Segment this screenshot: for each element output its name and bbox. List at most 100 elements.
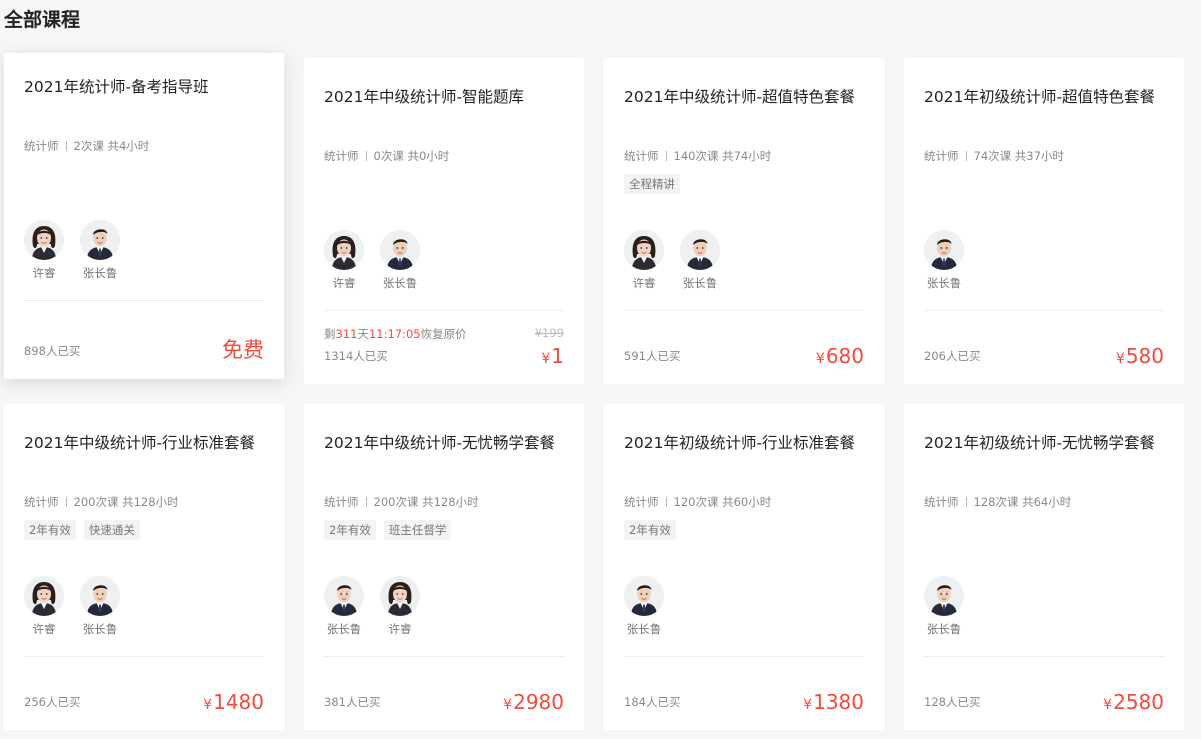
teacher[interactable]: 许睿 <box>624 230 664 291</box>
buyer-count: 1314人已买 <box>324 349 388 363</box>
male-teacher-avatar[interactable] <box>924 576 964 616</box>
course-tags: 2年有效 <box>624 520 676 540</box>
course-title[interactable]: 2021年中级统计师-超值特色套餐 <box>624 85 864 107</box>
course-tag: 2年有效 <box>24 520 76 540</box>
meta-divider <box>665 497 667 507</box>
course-lessons: 200次课 共128小时 <box>373 495 479 509</box>
course-tag: 班主任督学 <box>383 520 452 540</box>
meta-divider <box>665 151 667 161</box>
course-title[interactable]: 2021年统计师-备考指导班 <box>24 75 264 97</box>
course-card[interactable]: 2021年中级统计师-无忧畅学套餐 统计师 200次课 共128小时 2年有效 班主… <box>304 404 584 730</box>
male-teacher-avatar[interactable] <box>624 576 664 616</box>
teacher-name: 张长鲁 <box>926 276 962 290</box>
course-category: 统计师 <box>624 495 659 509</box>
card-divider <box>624 310 864 311</box>
course-title[interactable]: 2021年中级统计师-无忧畅学套餐 <box>324 431 564 453</box>
teacher-name: 张长鲁 <box>626 622 662 636</box>
female-teacher-avatar[interactable] <box>24 576 64 616</box>
female-teacher-avatar[interactable] <box>624 230 664 270</box>
course-card[interactable]: 2021年统计师-备考指导班 统计师 2次课 共4小时 许睿 张长鲁 898人已买… <box>4 53 284 379</box>
course-meta: 统计师 2次课 共4小时 <box>24 138 149 154</box>
buyer-count: 206人已买 <box>924 349 981 363</box>
female-teacher-avatar[interactable] <box>324 230 364 270</box>
course-card[interactable]: 2021年中级统计师-超值特色套餐 统计师 140次课 共74小时 全程精讲 许睿… <box>604 58 884 384</box>
course-lessons: 200次课 共128小时 <box>73 495 179 509</box>
male-teacher-avatar[interactable] <box>80 220 120 260</box>
male-teacher-avatar[interactable] <box>680 230 720 270</box>
course-card[interactable]: 2021年初级统计师-无忧畅学套餐 统计师 128次课 共64小时 张长鲁 128… <box>904 404 1184 730</box>
teacher-list: 张长鲁 <box>624 576 664 637</box>
course-category: 统计师 <box>624 149 659 163</box>
course-lessons: 140次课 共74小时 <box>673 149 772 163</box>
course-title[interactable]: 2021年初级统计师-行业标准套餐 <box>624 431 864 453</box>
male-teacher-avatar[interactable] <box>380 230 420 270</box>
teacher[interactable]: 张长鲁 <box>680 230 720 291</box>
teacher[interactable]: 许睿 <box>324 230 364 291</box>
teacher[interactable]: 张长鲁 <box>380 230 420 291</box>
currency-symbol: ¥ <box>815 351 825 367</box>
course-card[interactable]: 2021年初级统计师-超值特色套餐 统计师 74次课 共37小时 张长鲁 206人… <box>904 58 1184 384</box>
teacher[interactable]: 张长鲁 <box>924 230 964 291</box>
course-meta: 统计师 120次课 共60小时 <box>624 494 771 510</box>
teacher-name: 张长鲁 <box>382 276 418 290</box>
course-meta: 统计师 140次课 共74小时 <box>624 148 771 164</box>
buyer-count: 184人已买 <box>624 695 681 709</box>
teacher[interactable]: 张长鲁 <box>324 576 364 637</box>
promo-countdown: 剩311天11:17:05恢复原价 <box>324 327 467 341</box>
buyer-count: 128人已买 <box>924 695 981 709</box>
meta-divider <box>365 497 367 507</box>
teacher[interactable]: 许睿 <box>380 576 420 637</box>
male-teacher-avatar[interactable] <box>324 576 364 616</box>
currency-symbol: ¥ <box>541 351 551 367</box>
female-teacher-avatar[interactable] <box>380 576 420 616</box>
male-teacher-avatar[interactable] <box>80 576 120 616</box>
course-price: ¥1480 <box>203 690 264 714</box>
teacher[interactable]: 许睿 <box>24 220 64 281</box>
teacher-list: 许睿 张长鲁 <box>24 576 120 637</box>
teacher[interactable]: 张长鲁 <box>624 576 664 637</box>
course-meta: 统计师 200次课 共128小时 <box>24 494 179 510</box>
course-card[interactable]: 2021年中级统计师-行业标准套餐 统计师 200次课 共128小时 2年有效 快速… <box>4 404 284 730</box>
teacher-name: 许睿 <box>332 276 356 290</box>
card-divider <box>24 656 264 657</box>
course-price: ¥680 <box>815 344 864 368</box>
course-lessons: 2次课 共4小时 <box>73 139 150 153</box>
course-price: ¥2980 <box>503 690 564 714</box>
course-meta: 统计师 74次课 共37小时 <box>924 148 1064 164</box>
teacher-name: 张长鲁 <box>82 622 118 636</box>
teacher-list: 许睿 张长鲁 <box>624 230 720 291</box>
female-teacher-avatar[interactable] <box>24 220 64 260</box>
currency-symbol: ¥ <box>203 697 213 713</box>
course-card[interactable]: 2021年初级统计师-行业标准套餐 统计师 120次课 共60小时 2年有效 张长… <box>604 404 884 730</box>
card-divider <box>924 656 1164 657</box>
course-meta: 统计师 200次课 共128小时 <box>324 494 479 510</box>
card-divider <box>624 656 864 657</box>
teacher-name: 许睿 <box>32 266 56 280</box>
course-card[interactable]: 2021年中级统计师-智能题库 统计师 0次课 共0小时 许睿 张长鲁 剩311天… <box>304 58 584 384</box>
course-title[interactable]: 2021年初级统计师-超值特色套餐 <box>924 85 1164 107</box>
teacher-list: 许睿 张长鲁 <box>24 220 120 281</box>
teacher-name: 张长鲁 <box>82 266 118 280</box>
course-tag: 2年有效 <box>324 520 376 540</box>
buyer-count: 591人已买 <box>624 349 681 363</box>
original-price: ¥199 <box>534 326 564 340</box>
course-tags: 2年有效 班主任督学 <box>324 520 452 540</box>
course-title[interactable]: 2021年中级统计师-行业标准套餐 <box>24 431 264 453</box>
course-title[interactable]: 2021年初级统计师-无忧畅学套餐 <box>924 431 1164 453</box>
course-meta: 统计师 128次课 共64小时 <box>924 494 1071 510</box>
male-teacher-avatar[interactable] <box>924 230 964 270</box>
course-tag: 2年有效 <box>624 520 676 540</box>
course-price: 免费 <box>222 338 264 362</box>
course-title[interactable]: 2021年中级统计师-智能题库 <box>324 85 564 107</box>
teacher-name: 张长鲁 <box>682 276 718 290</box>
course-lessons: 74次课 共37小时 <box>973 149 1064 163</box>
teacher[interactable]: 许睿 <box>24 576 64 637</box>
course-tag: 快速通关 <box>83 520 140 540</box>
meta-divider <box>965 151 967 161</box>
teacher[interactable]: 张长鲁 <box>924 576 964 637</box>
currency-symbol: ¥ <box>803 697 813 713</box>
meta-divider <box>965 497 967 507</box>
teacher[interactable]: 张长鲁 <box>80 576 120 637</box>
teacher[interactable]: 张长鲁 <box>80 220 120 281</box>
card-divider <box>924 310 1164 311</box>
